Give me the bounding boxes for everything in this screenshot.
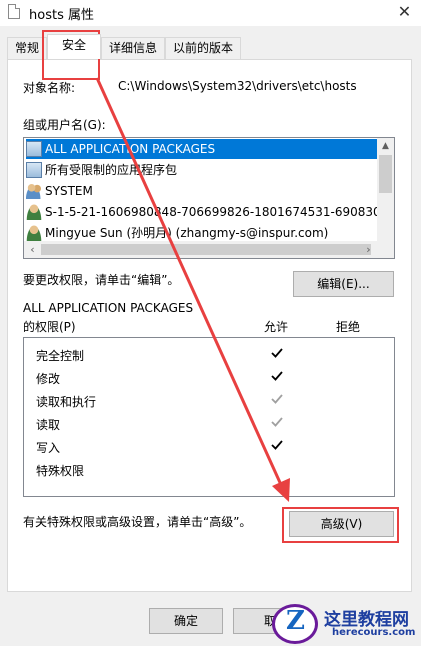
watermark-url: herecours.com — [332, 627, 416, 638]
logo-letter: Z — [286, 606, 305, 636]
watermark-logo: Z 这里教程网 herecours.com — [272, 600, 421, 646]
tab-security[interactable]: 安全 — [47, 34, 101, 59]
annotation-arrow — [95, 77, 290, 502]
